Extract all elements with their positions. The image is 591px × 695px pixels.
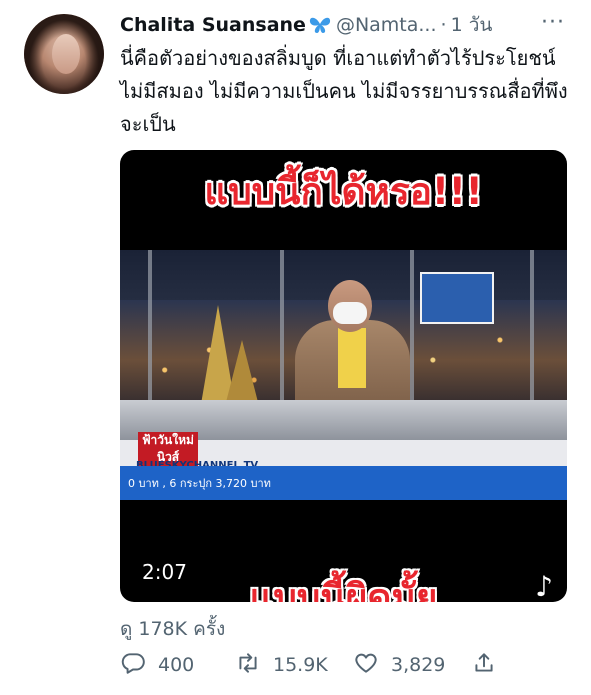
author-handle[interactable]: @Namta... xyxy=(336,14,437,36)
like-button[interactable]: 3,829 xyxy=(353,650,471,681)
like-count: 3,829 xyxy=(391,654,446,676)
tweet-text: นี่คือตัวอย่างของสลิ่มบูด ที่เอาแต่ทำตัว… xyxy=(120,46,568,136)
anchor-shirt xyxy=(338,328,366,388)
share-button[interactable] xyxy=(471,650,497,681)
video-player[interactable]: แบบนี้ก็ได้หรอ!!! ฟ้าวันใหม่ นิวส์ BLUES… xyxy=(120,150,567,602)
heart-icon xyxy=(353,650,379,681)
video-caption-top: แบบนี้ก็ได้หรอ!!! xyxy=(204,170,483,213)
face-mask xyxy=(333,302,367,324)
video-caption-bottom: แบบนี้ผิดมั้ย xyxy=(249,576,438,602)
avatar[interactable] xyxy=(24,14,104,94)
reply-count: 400 xyxy=(158,654,195,676)
author-name[interactable]: Chalita Suansane xyxy=(120,14,306,36)
video-frame: ฟ้าวันใหม่ นิวส์ BLUESKYCHANNEL.TV 0 บาท… xyxy=(120,250,567,500)
window-pane xyxy=(280,250,284,400)
promo-board xyxy=(420,272,494,324)
timestamp[interactable]: 1 วัน xyxy=(451,10,493,40)
butterfly-icon xyxy=(308,15,332,35)
tweet-header: Chalita Suansane @Namta... · 1 วัน xyxy=(120,10,581,40)
window-pane xyxy=(410,250,414,400)
news-ticker: ฟ้าวันใหม่ นิวส์ BLUESKYCHANNEL.TV 0 บาท… xyxy=(120,432,567,500)
retweet-button[interactable]: 15.9K xyxy=(235,650,353,681)
reply-icon xyxy=(120,650,146,681)
retweet-count: 15.9K xyxy=(273,654,328,676)
window-pane xyxy=(530,250,534,400)
action-bar: 400 15.9K 3,829 xyxy=(120,650,497,680)
window-pane xyxy=(148,250,152,400)
more-options-icon[interactable]: ··· xyxy=(541,10,565,35)
tweet: Chalita Suansane @Namta... · 1 วัน ··· น… xyxy=(0,0,591,695)
view-count[interactable]: ดู 178K ครั้ง xyxy=(120,614,225,644)
retweet-icon xyxy=(235,650,261,681)
ticker-text: 0 บาท , 6 กระปุก 3,720 บาท xyxy=(128,477,271,490)
separator-dot: · xyxy=(440,14,447,36)
share-icon xyxy=(471,650,497,681)
tiktok-icon: ♪ xyxy=(535,570,553,602)
reply-button[interactable]: 400 xyxy=(120,650,235,681)
avatar-face xyxy=(52,34,80,74)
